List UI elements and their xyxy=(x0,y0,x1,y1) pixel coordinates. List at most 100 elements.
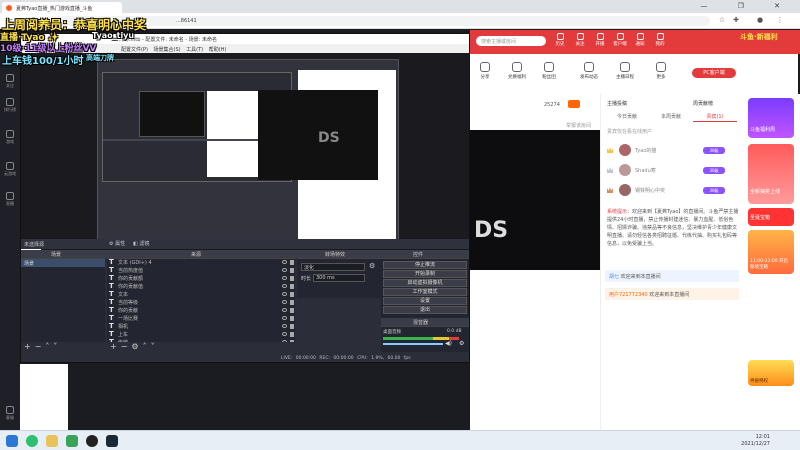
source-settings-icon[interactable]: ⚙ xyxy=(131,342,142,351)
source-row[interactable]: 上车 xyxy=(107,330,295,339)
action-more[interactable]: 更多 xyxy=(646,62,676,80)
lock-icon[interactable] xyxy=(290,316,294,321)
source-row[interactable]: 一场比赛 xyxy=(107,314,295,323)
visibility-eye-icon[interactable] xyxy=(282,316,287,320)
action-post[interactable]: 发布动态 xyxy=(574,62,604,80)
lock-icon[interactable] xyxy=(290,268,294,273)
visibility-eye-icon[interactable] xyxy=(282,268,287,272)
system-tray-clock[interactable]: 12:01 2021/12/27 xyxy=(741,434,770,448)
studio-mode-button[interactable]: 工作室模式 xyxy=(383,288,467,296)
windows-start-icon[interactable] xyxy=(6,435,18,447)
start-virtual-camera-button[interactable]: 启动虚拟摄像机 xyxy=(383,279,467,287)
visibility-eye-icon[interactable] xyxy=(282,324,287,328)
lock-icon[interactable] xyxy=(290,260,294,265)
promo-secret-chest[interactable]: 11:00-23:00 开启秘境宝箱 xyxy=(748,230,794,274)
action-schedule[interactable]: 主播日程 xyxy=(610,62,640,80)
nav-broadcast[interactable]: 开播 xyxy=(592,33,608,47)
visibility-eye-icon[interactable] xyxy=(282,308,287,312)
lock-icon[interactable] xyxy=(290,284,294,289)
add-source-icon[interactable]: + xyxy=(110,342,121,351)
lock-icon[interactable] xyxy=(290,292,294,297)
promo-shield[interactable]: 神盾特权 xyxy=(748,360,794,386)
lock-icon[interactable] xyxy=(290,300,294,305)
video-player[interactable]: DS xyxy=(470,130,600,270)
stop-streaming-button[interactable]: 停止推流 xyxy=(383,261,467,269)
filters-button[interactable]: ◧ 滤镜 xyxy=(133,240,149,247)
properties-button[interactable]: ⚙ 属性 xyxy=(109,240,125,247)
rank-row[interactable]: 钢铁明心中奖 30级 xyxy=(605,184,739,198)
settings-button[interactable]: 设置 xyxy=(383,297,467,305)
visibility-eye-icon[interactable] xyxy=(282,332,287,336)
promo-fuli[interactable]: 斗鱼福利周 xyxy=(748,98,794,138)
sidebar-item-games[interactable]: 游戏 xyxy=(0,130,20,145)
mixer-volume-slider[interactable] xyxy=(383,343,443,345)
add-scene-icon[interactable]: + xyxy=(24,342,35,351)
tab-week[interactable]: 本周贡献 xyxy=(649,112,693,122)
source-row[interactable]: 文本 (GDI+) 4 xyxy=(107,259,295,267)
tab-today[interactable]: 今日贡献 xyxy=(605,112,649,122)
visibility-eye-icon[interactable] xyxy=(282,276,287,280)
visibility-eye-icon[interactable] xyxy=(282,260,287,264)
source-row[interactable]: 你的贡献额 xyxy=(107,274,295,283)
source-down-icon[interactable]: ˅ xyxy=(151,342,159,351)
rank-row[interactable]: Tyao的猫 30级 xyxy=(605,144,739,158)
visibility-eye-icon[interactable] xyxy=(282,284,287,288)
action-redeem[interactable]: 兑换福利 xyxy=(502,62,532,80)
report-link[interactable]: 举报该房间 xyxy=(566,122,591,129)
mixer-settings-icon[interactable]: ⚙ xyxy=(459,340,464,347)
remove-scene-icon[interactable]: − xyxy=(35,342,46,351)
browser-menu-icon[interactable]: ⋮ xyxy=(776,16,784,24)
steam-icon[interactable] xyxy=(106,435,118,447)
url-field[interactable]: ...86141 xyxy=(50,16,710,26)
profile-icon[interactable]: ● xyxy=(756,16,764,24)
lock-icon[interactable] xyxy=(290,332,294,337)
window-controls[interactable]: — ❐ ✕ xyxy=(700,2,794,10)
scene-item[interactable]: 场景 xyxy=(21,259,105,267)
transition-select[interactable]: 淡化 xyxy=(301,263,365,271)
nav-follow[interactable]: 关注 xyxy=(572,33,588,47)
sidebar-item-rank[interactable]: 排行榜 xyxy=(0,98,20,113)
exit-button[interactable]: 退出 xyxy=(383,306,467,314)
scene-down-icon[interactable]: ˅ xyxy=(53,342,61,351)
lock-icon[interactable] xyxy=(290,324,294,329)
source-row[interactable]: 相机 xyxy=(107,322,295,331)
source-row[interactable]: 当前热度值 xyxy=(107,266,295,275)
tab-vip[interactable]: 贵宾(1) xyxy=(693,112,737,122)
room-search-input[interactable]: 搜索主播或房间 xyxy=(476,36,546,46)
chrome-icon[interactable] xyxy=(66,435,78,447)
start-recording-button[interactable]: 开始录制 xyxy=(383,270,467,278)
transition-settings-icon[interactable]: ⚙ xyxy=(369,262,375,270)
pc-client-button[interactable]: PC客户端 xyxy=(692,68,736,78)
remove-source-icon[interactable]: − xyxy=(121,342,132,351)
nav-client[interactable]: 客户端 xyxy=(612,33,628,47)
browser-tab[interactable]: 夏弗Tyao直播_热门游戏直播_斗鱼 xyxy=(2,2,122,13)
obs-icon[interactable] xyxy=(86,435,98,447)
obs-preview[interactable]: DS xyxy=(21,53,469,271)
nav-history[interactable]: 历史 xyxy=(552,33,568,47)
promo-lottery[interactable]: 全新抽奖上线 xyxy=(748,144,794,204)
follow-button[interactable] xyxy=(568,100,580,108)
star-icon[interactable]: ☆ xyxy=(718,16,726,24)
extensions-icon[interactable]: ✚ xyxy=(732,16,740,24)
source-row[interactable]: 你的贡献 xyxy=(107,306,295,315)
promo-chest[interactable]: 圣诞宝箱 xyxy=(748,208,794,226)
rank-row[interactable]: Shadu寒 30级 xyxy=(605,164,739,178)
sidebar-item-follow[interactable]: 关注 xyxy=(0,74,20,89)
speaker-icon[interactable]: ◀) xyxy=(445,340,452,347)
sidebar-item-cloud-games[interactable]: 云游戏 xyxy=(0,162,20,177)
action-share[interactable]: 分享 xyxy=(470,62,500,80)
file-explorer-icon[interactable] xyxy=(46,435,58,447)
sidebar-item-live[interactable]: 直播 xyxy=(0,192,20,207)
action-fan-club[interactable]: 粉丝团 xyxy=(534,62,564,80)
lock-icon[interactable] xyxy=(290,308,294,313)
panel-tab-weekly[interactable]: 周贡献榜 xyxy=(693,100,713,107)
source-row[interactable]: 当前等级 xyxy=(107,298,295,307)
panel-tab-submissions[interactable]: 主播投稿 xyxy=(607,100,627,107)
wechat-icon[interactable] xyxy=(26,435,38,447)
nav-profile[interactable]: 我的 xyxy=(652,33,668,47)
source-row[interactable]: 文本 xyxy=(107,290,295,299)
source-up-icon[interactable]: ˄ xyxy=(143,342,151,351)
duration-input[interactable]: 300 ms xyxy=(313,274,365,282)
sidebar-item-support[interactable]: 客服 xyxy=(0,406,20,421)
nav-notifications[interactable]: 通知 xyxy=(632,33,648,47)
